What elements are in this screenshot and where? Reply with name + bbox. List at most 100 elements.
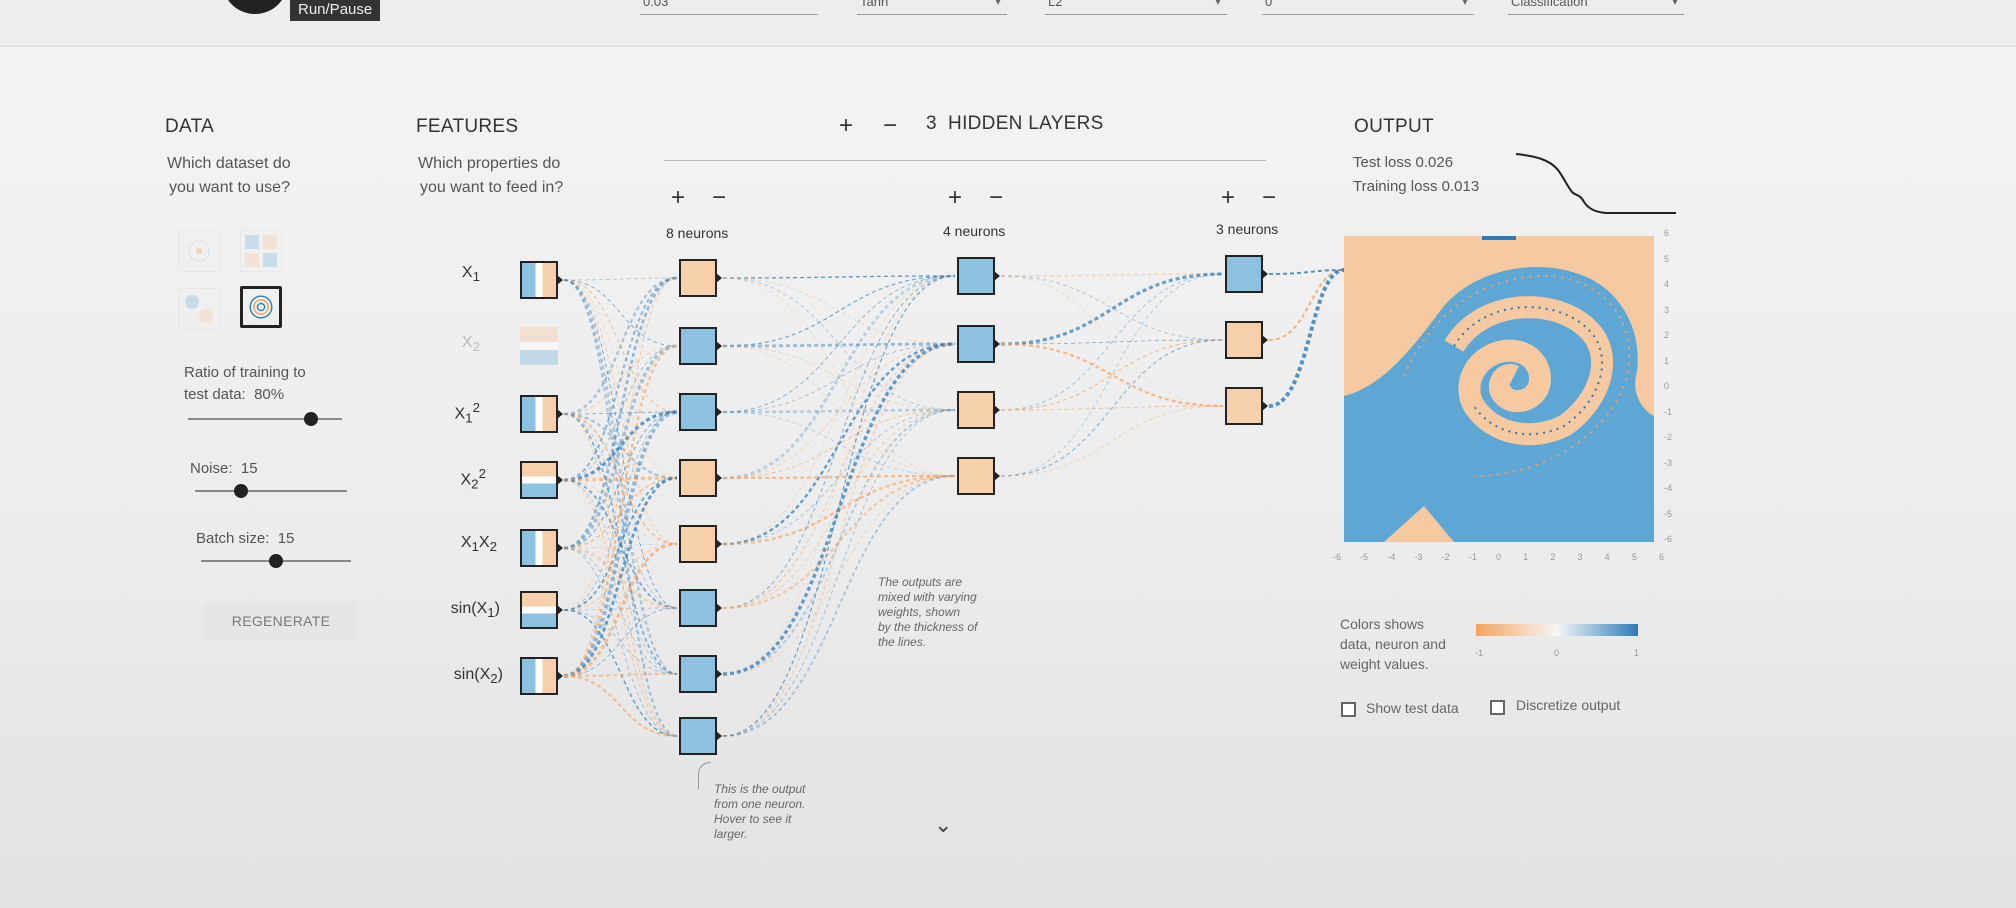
neuron-node[interactable]: [679, 393, 722, 431]
y-tick-label: 4: [1664, 279, 1670, 289]
training-loss-label: Training loss: [1353, 178, 1438, 195]
feature-node[interactable]: [520, 327, 558, 365]
x-tick-label: 1: [1523, 552, 1529, 562]
node-output-arrow: [716, 731, 722, 741]
output-section-title: OUTPUT: [1354, 116, 1434, 137]
note-line: mixed with varying: [878, 590, 977, 604]
weight-link[interactable]: [722, 275, 956, 279]
weight-link[interactable]: [1000, 342, 1224, 408]
x-tick-label: -3: [1414, 552, 1423, 562]
training-loss: Training loss 0.013: [1353, 178, 1479, 195]
weight-link[interactable]: [563, 277, 678, 281]
neuron-node[interactable]: [957, 391, 1000, 429]
weight-link[interactable]: [722, 409, 956, 737]
x-tick-label: -5: [1360, 552, 1369, 562]
weight-link[interactable]: [563, 673, 678, 677]
neuron-node[interactable]: [679, 259, 722, 297]
weight-link[interactable]: [722, 408, 956, 414]
y-tick-label: 3: [1664, 304, 1670, 315]
discretize-output-checkbox[interactable]: [1490, 700, 1505, 715]
show-test-data-checkbox[interactable]: [1341, 702, 1356, 717]
weight-link[interactable]: [722, 342, 956, 348]
weight-link[interactable]: [722, 274, 956, 480]
node-output-arrow: [557, 409, 563, 419]
x-tick-label: 3: [1577, 552, 1583, 562]
node-output-arrow: [557, 275, 563, 285]
neuron-node[interactable]: [679, 655, 722, 693]
note-line: by the thickness of: [878, 620, 978, 634]
weight-link[interactable]: [563, 547, 678, 675]
legend-mid-label: 0: [1554, 648, 1560, 658]
scroll-down-chevron-icon[interactable]: ⌄: [934, 812, 952, 838]
neuron-node[interactable]: [1225, 387, 1268, 425]
legend-text-line: Colors shows: [1340, 616, 1425, 632]
neuron-node[interactable]: [1225, 321, 1268, 359]
network-links: [563, 268, 1345, 738]
x-tick-label: 6: [1659, 552, 1665, 562]
node-output-arrow: [557, 671, 563, 681]
weight-link[interactable]: [563, 344, 678, 550]
feature-node[interactable]: [520, 529, 563, 567]
node-output-arrow: [557, 475, 563, 485]
test-loss: Test loss 0.026: [1353, 154, 1453, 171]
neuron-node[interactable]: [679, 589, 722, 627]
note-pointer: [698, 762, 711, 789]
neuron-node[interactable]: [679, 327, 722, 365]
weight-link[interactable]: [563, 409, 678, 679]
weight-link[interactable]: [1000, 273, 1224, 477]
weight-link[interactable]: [722, 343, 956, 737]
legend-text-line: weight values.: [1340, 656, 1429, 672]
node-output-arrow: [716, 473, 722, 483]
neuron-note: This is the output from one neuron. Hove…: [714, 782, 805, 842]
y-tick-label: -1: [1664, 406, 1673, 417]
neuron-node[interactable]: [957, 457, 1000, 495]
node-output-arrow: [716, 273, 722, 283]
feature-node[interactable]: [520, 657, 563, 695]
node-output-arrow: [557, 605, 563, 615]
note-line: Hover to see it: [714, 812, 792, 826]
y-tick-label: 1: [1664, 355, 1670, 366]
feature-node[interactable]: [520, 395, 563, 433]
output-link: [1268, 269, 1345, 341]
node-output-arrow: [994, 271, 1000, 281]
x-tick-label: 0: [1496, 552, 1502, 562]
neuron-node[interactable]: [1225, 255, 1268, 293]
note-line: The outputs are: [878, 575, 963, 589]
y-tick-label: -2: [1664, 432, 1673, 442]
feature-node[interactable]: [520, 461, 563, 499]
x-tick-label: 4: [1604, 552, 1610, 562]
weights-note: The outputs are mixed with varying weigh…: [878, 575, 977, 650]
note-line: larger.: [714, 827, 748, 841]
output-y-axis: 6 5 4 3 2 1 0 -1 -2 -3 -4 -5 -6: [1664, 228, 1684, 548]
x-tick-label: 2: [1550, 552, 1556, 562]
weight-link[interactable]: [1000, 339, 1224, 411]
neuron-node[interactable]: [679, 525, 722, 563]
legend-max-label: 1: [1634, 648, 1640, 658]
test-loss-label: Test loss: [1353, 154, 1412, 171]
discretize-output-label: Discretize output: [1516, 697, 1621, 713]
feature-node[interactable]: [520, 261, 563, 299]
weight-link[interactable]: [563, 674, 678, 738]
node-output-arrow: [557, 543, 563, 553]
y-tick-label: 0: [1664, 381, 1670, 391]
weight-link[interactable]: [1000, 275, 1224, 341]
feature-node[interactable]: [520, 591, 563, 629]
weight-link[interactable]: [563, 276, 678, 416]
weight-link[interactable]: [1000, 272, 1224, 346]
neuron-node[interactable]: [679, 459, 722, 497]
weight-link[interactable]: [722, 277, 956, 345]
neuron-node[interactable]: [957, 325, 1000, 363]
node-output-arrow: [994, 339, 1000, 349]
neuron-node[interactable]: [957, 257, 1000, 295]
loss-curve-chart: [1516, 153, 1676, 214]
node-output-arrow: [1262, 401, 1268, 411]
x-tick-label: -1: [1468, 552, 1477, 562]
legend-min-label: -1: [1475, 648, 1484, 658]
node-output-arrow: [716, 407, 722, 417]
x-tick-label: -4: [1387, 552, 1396, 562]
neuron-node[interactable]: [679, 717, 722, 755]
node-output-arrow: [994, 471, 1000, 481]
weight-link[interactable]: [563, 279, 678, 347]
weight-link[interactable]: [1000, 405, 1224, 477]
show-test-data-label: Show test data: [1366, 700, 1459, 716]
